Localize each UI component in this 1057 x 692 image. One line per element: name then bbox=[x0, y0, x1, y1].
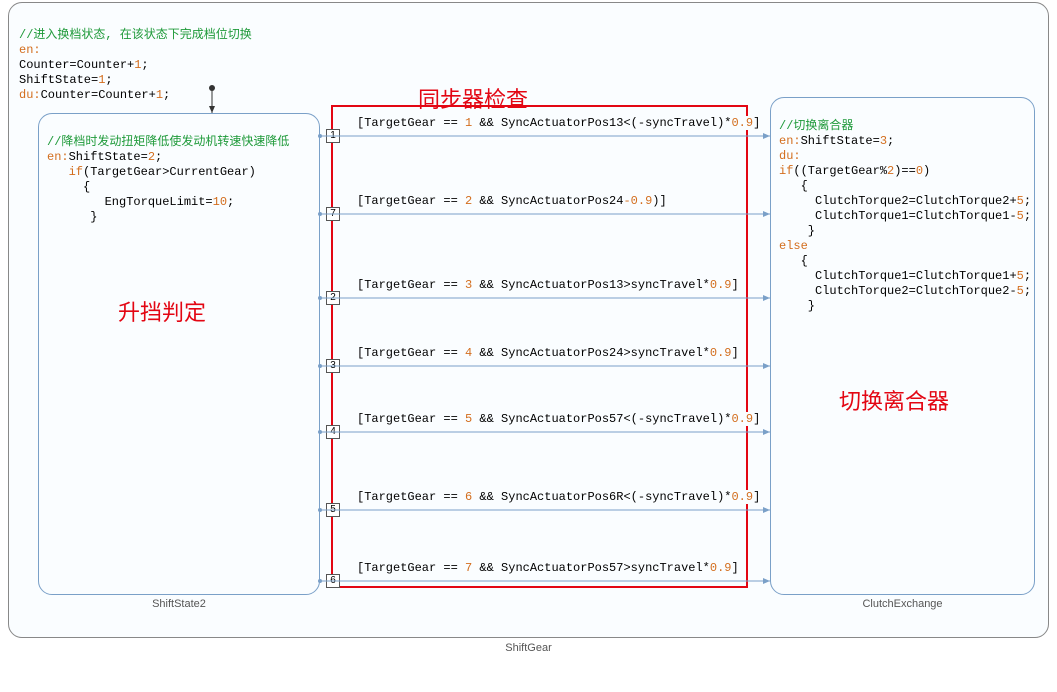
transition-order-box: 7 bbox=[326, 207, 340, 221]
code-text: ClutchTorque2=ClutchTorque2+ bbox=[779, 194, 1017, 208]
code-text: } bbox=[779, 299, 815, 313]
code-text: Counter=Counter+ bbox=[41, 88, 156, 102]
code-text: ; bbox=[105, 73, 112, 87]
transition-order-box: 6 bbox=[326, 574, 340, 588]
region-title-right: 切换离合器 bbox=[839, 384, 949, 416]
code-text: ClutchTorque1=ClutchTorque1- bbox=[779, 209, 1017, 223]
code-text: ; bbox=[163, 88, 170, 102]
code-text: ShiftState= bbox=[19, 73, 98, 87]
code-text: Counter=Counter+ bbox=[19, 58, 134, 72]
code-text: ClutchTorque2=ClutchTorque2- bbox=[779, 284, 1017, 298]
code-keyword: else bbox=[779, 239, 808, 253]
region-title-middle: 同步器检查 bbox=[418, 82, 528, 114]
code-text: ClutchTorque1=ClutchTorque1+ bbox=[779, 269, 1017, 283]
code-text: ShiftState= bbox=[69, 150, 148, 164]
code-text: ShiftState= bbox=[801, 134, 880, 148]
code-number: 5 bbox=[1017, 284, 1024, 298]
code-number: 10 bbox=[213, 195, 227, 209]
code-text: ) bbox=[923, 164, 930, 178]
code-keyword: du: bbox=[19, 88, 41, 102]
code-comment: //降档时发动扭矩降低使发动机转速快速降低 bbox=[47, 135, 289, 149]
code-number: 0 bbox=[916, 164, 923, 178]
code-keyword: if bbox=[47, 165, 83, 179]
code-text: ((TargetGear% bbox=[793, 164, 887, 178]
transition-order-box: 3 bbox=[326, 359, 340, 373]
code-keyword: en: bbox=[19, 43, 41, 57]
code-number: 2 bbox=[148, 150, 155, 164]
code-text: ; bbox=[227, 195, 234, 209]
code-keyword: if bbox=[779, 164, 793, 178]
code-text: ; bbox=[1024, 209, 1031, 223]
code-keyword: en: bbox=[47, 150, 69, 164]
state-clutchexchange[interactable]: //切换离合器 en:ShiftState=3; du: if((TargetG… bbox=[770, 97, 1035, 595]
code-number: 5 bbox=[1017, 269, 1024, 283]
code-text: EngTorqueLimit= bbox=[47, 195, 213, 209]
code-number: 5 bbox=[1017, 209, 1024, 223]
code-keyword: en: bbox=[779, 134, 801, 148]
state-shiftstate2[interactable]: //降档时发动扭矩降低使发动机转速快速降低 en:ShiftState=2; i… bbox=[38, 113, 320, 595]
code-number: 1 bbox=[156, 88, 163, 102]
code-text: { bbox=[779, 179, 808, 193]
state-label-clutchexchange: ClutchExchange bbox=[770, 598, 1035, 610]
transition-order-box: 2 bbox=[326, 291, 340, 305]
state-label-shiftstate2: ShiftState2 bbox=[38, 598, 320, 610]
transition-order-box: 4 bbox=[326, 425, 340, 439]
code-comment: //进入换档状态, 在该状态下完成档位切换 bbox=[19, 28, 252, 42]
transition-condition[interactable]: [TargetGear == 5 && SyncActuatorPos57<(-… bbox=[355, 412, 762, 426]
transition-order-box: 1 bbox=[326, 129, 340, 143]
transition-condition[interactable]: [TargetGear == 4 && SyncActuatorPos24>sy… bbox=[355, 346, 741, 360]
transition-condition[interactable]: [TargetGear == 2 && SyncActuatorPos24-0.… bbox=[355, 194, 669, 208]
code-text: { bbox=[47, 180, 90, 194]
code-comment: //切换离合器 bbox=[779, 119, 853, 133]
code-number: 5 bbox=[1017, 194, 1024, 208]
outer-state-label: ShiftGear bbox=[0, 642, 1057, 654]
transition-condition[interactable]: [TargetGear == 7 && SyncActuatorPos57>sy… bbox=[355, 561, 741, 575]
code-text: { bbox=[779, 254, 808, 268]
code-text: } bbox=[779, 224, 815, 238]
transition-condition[interactable]: [TargetGear == 1 && SyncActuatorPos13<(-… bbox=[355, 116, 762, 130]
code-text: ; bbox=[155, 150, 162, 164]
code-text: ; bbox=[887, 134, 894, 148]
code-text: ; bbox=[1024, 194, 1031, 208]
code-text: ; bbox=[1024, 284, 1031, 298]
code-text: ; bbox=[1024, 269, 1031, 283]
code-number: 3 bbox=[880, 134, 887, 148]
code-text: } bbox=[47, 210, 97, 224]
code-text: )== bbox=[894, 164, 916, 178]
transition-order-box: 5 bbox=[326, 503, 340, 517]
region-title-left: 升挡判定 bbox=[118, 295, 206, 327]
code-text: ; bbox=[141, 58, 148, 72]
transition-condition[interactable]: [TargetGear == 3 && SyncActuatorPos13>sy… bbox=[355, 278, 741, 292]
outer-state-code: //进入换档状态, 在该状态下完成档位切换 en: Counter=Counte… bbox=[19, 13, 252, 118]
state-code: //切换离合器 en:ShiftState=3; du: if((TargetG… bbox=[779, 104, 1031, 329]
state-code: //降档时发动扭矩降低使发动机转速快速降低 en:ShiftState=2; i… bbox=[47, 120, 289, 240]
code-keyword: du: bbox=[779, 149, 801, 163]
code-text: (TargetGear>CurrentGear) bbox=[83, 165, 256, 179]
transition-condition[interactable]: [TargetGear == 6 && SyncActuatorPos6R<(-… bbox=[355, 490, 762, 504]
